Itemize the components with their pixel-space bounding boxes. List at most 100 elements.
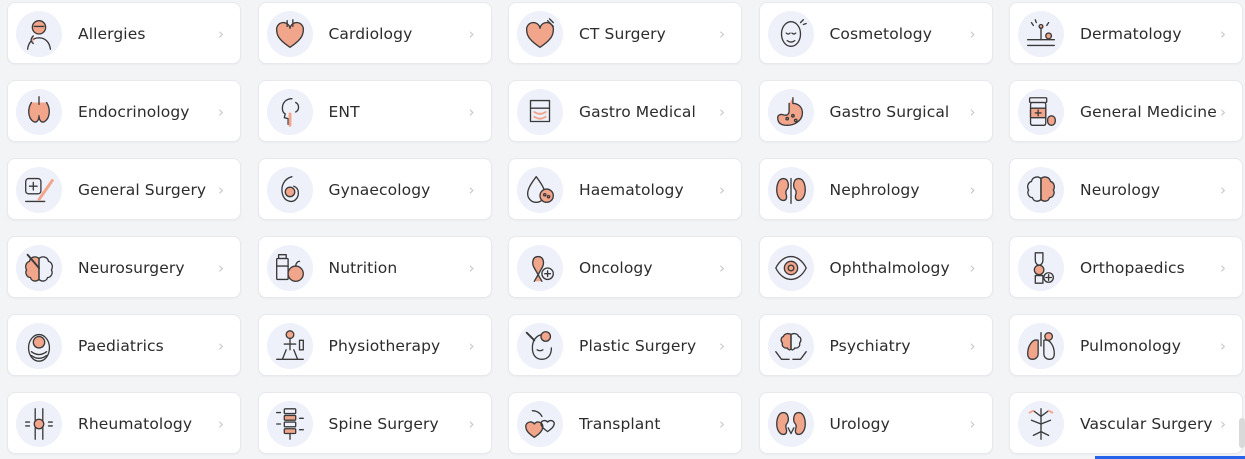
specialty-card-cosmetology[interactable]: Cosmetology › <box>758 2 993 64</box>
face-care-icon <box>767 11 814 57</box>
medicine-bottle-icon <box>1018 89 1064 135</box>
scrollbar-thumb[interactable] <box>1239 418 1245 448</box>
specialty-label: ENT <box>328 103 360 121</box>
chevron-right-icon: › <box>1220 103 1226 121</box>
chevron-right-icon: › <box>969 259 976 277</box>
chevron-right-icon: › <box>218 25 224 43</box>
specialty-card-orthopaedics[interactable]: Orthopaedics › <box>1009 236 1243 298</box>
chevron-right-icon: › <box>468 103 475 121</box>
lungs-icon <box>1018 323 1064 369</box>
chevron-right-icon: › <box>969 337 976 355</box>
specialty-label: Physiotherapy <box>328 337 441 355</box>
chevron-right-icon: › <box>719 181 725 199</box>
specialty-card-haematology[interactable]: Haematology › <box>508 158 742 220</box>
chevron-right-icon: › <box>719 103 725 121</box>
specialty-label: Gastro Medical <box>579 103 696 121</box>
specialty-label: Endocrinology <box>78 103 190 121</box>
specialty-card-rheumatology[interactable]: Rheumatology › <box>7 392 241 454</box>
specialty-label: Nutrition <box>328 259 398 277</box>
chevron-right-icon: › <box>218 415 224 433</box>
specialty-label: Oncology <box>579 259 653 277</box>
organ-transplant-icon <box>517 401 563 447</box>
specialty-label: Spine Surgery <box>328 415 439 433</box>
specialty-card-gynaecology[interactable]: Gynaecology › <box>257 158 492 220</box>
specialty-label: Cardiology <box>328 25 413 43</box>
chevron-right-icon: › <box>1220 25 1226 43</box>
specialty-label: Ophthalmology <box>829 259 950 277</box>
chevron-right-icon: › <box>218 103 224 121</box>
blood-drop-icon <box>517 167 563 213</box>
specialty-card-nutrition[interactable]: Nutrition › <box>257 236 492 298</box>
specialty-card-paediatrics[interactable]: Paediatrics › <box>7 314 241 376</box>
specialty-card-transplant[interactable]: Transplant › <box>508 392 742 454</box>
chevron-right-icon: › <box>719 337 725 355</box>
specialty-card-gastro-surgical[interactable]: Gastro Surgical › <box>758 80 993 142</box>
chevron-right-icon: › <box>1220 415 1226 433</box>
specialty-label: Dermatology <box>1080 25 1182 43</box>
heart-surgery-icon <box>517 11 563 57</box>
specialty-label: Gastro Surgical <box>829 103 950 121</box>
chevron-right-icon: › <box>468 337 475 355</box>
knee-joint-icon <box>16 401 62 447</box>
specialty-card-vascular-surgery[interactable]: Vascular Surgery › <box>1009 392 1243 454</box>
specialty-grid: Allergies › Cardiology › CT Surgery › Cosmetol… <box>0 0 1245 459</box>
specialty-card-ct-surgery[interactable]: CT Surgery › <box>508 2 742 64</box>
chevron-right-icon: › <box>969 415 976 433</box>
bone-joint-icon <box>1018 245 1064 291</box>
specialty-card-dermatology[interactable]: Dermatology › <box>1009 2 1243 64</box>
specialty-card-neurology[interactable]: Neurology › <box>1009 158 1243 220</box>
specialty-card-ent[interactable]: ENT › <box>257 80 492 142</box>
specialty-label: Plastic Surgery <box>579 337 697 355</box>
chevron-right-icon: › <box>468 25 475 43</box>
urology-kidney-icon <box>767 401 814 447</box>
specialty-card-gastro-medical[interactable]: Gastro Medical › <box>508 80 742 142</box>
kidneys-icon <box>767 167 814 213</box>
nutrition-icon <box>266 245 313 291</box>
chevron-right-icon: › <box>218 259 224 277</box>
brain-surgery-icon <box>16 245 62 291</box>
heart-icon <box>266 11 313 57</box>
womb-icon <box>266 167 313 213</box>
specialty-card-urology[interactable]: Urology › <box>758 392 993 454</box>
brain-hands-icon <box>767 323 814 369</box>
chevron-right-icon: › <box>468 415 475 433</box>
specialty-label: Nephrology <box>829 181 920 199</box>
stomach-icon <box>767 89 814 135</box>
chevron-right-icon: › <box>218 337 224 355</box>
spine-icon <box>266 401 313 447</box>
specialty-card-general-surgery[interactable]: General Surgery › <box>7 158 241 220</box>
specialty-label: Orthopaedics <box>1080 259 1185 277</box>
chevron-right-icon: › <box>969 181 976 199</box>
specialty-card-neurosurgery[interactable]: Neurosurgery › <box>7 236 241 298</box>
specialty-card-general-medicine[interactable]: General Medicine › <box>1009 80 1243 142</box>
specialty-card-cardiology[interactable]: Cardiology › <box>257 2 492 64</box>
eye-icon <box>767 245 814 291</box>
plastic-surgery-face-icon <box>517 323 563 369</box>
specialty-card-endocrinology[interactable]: Endocrinology › <box>7 80 241 142</box>
chevron-right-icon: › <box>719 25 725 43</box>
specialty-card-psychiatry[interactable]: Psychiatry › <box>758 314 993 376</box>
ear-nose-throat-icon <box>266 89 313 135</box>
specialty-card-oncology[interactable]: Oncology › <box>508 236 742 298</box>
specialty-label: Pulmonology <box>1080 337 1181 355</box>
specialty-card-spine-surgery[interactable]: Spine Surgery › <box>257 392 492 454</box>
specialty-label: Paediatrics <box>78 337 164 355</box>
allergy-person-icon <box>16 11 62 57</box>
chevron-right-icon: › <box>1220 337 1226 355</box>
specialty-card-allergies[interactable]: Allergies › <box>7 2 241 64</box>
specialty-label: Psychiatry <box>829 337 911 355</box>
intestine-icon <box>517 89 563 135</box>
chevron-right-icon: › <box>969 103 976 121</box>
specialty-card-nephrology[interactable]: Nephrology › <box>758 158 993 220</box>
specialty-card-pulmonology[interactable]: Pulmonology › <box>1009 314 1243 376</box>
specialty-label: Urology <box>829 415 890 433</box>
specialty-label: CT Surgery <box>579 25 666 43</box>
specialty-label: Cosmetology <box>829 25 932 43</box>
specialty-card-plastic-surgery[interactable]: Plastic Surgery › <box>508 314 742 376</box>
thyroid-icon <box>16 89 62 135</box>
chevron-right-icon: › <box>1220 259 1226 277</box>
specialty-card-physiotherapy[interactable]: Physiotherapy › <box>257 314 492 376</box>
chevron-right-icon: › <box>719 259 725 277</box>
cancer-ribbon-icon <box>517 245 563 291</box>
specialty-card-ophthalmology[interactable]: Ophthalmology › <box>758 236 993 298</box>
